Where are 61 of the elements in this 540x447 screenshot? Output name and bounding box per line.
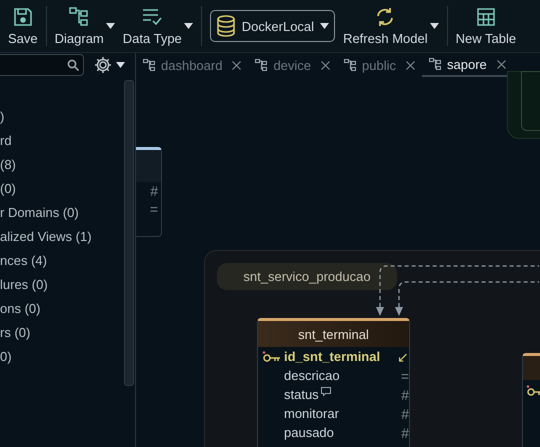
table-card[interactable]: # = [136, 147, 162, 237]
tree-item[interactable]: lures (0) [0, 273, 135, 297]
column-row[interactable]: monitorar # [258, 404, 409, 423]
search-icon [67, 59, 79, 71]
diagram-icon [344, 59, 356, 71]
diagram-tab[interactable]: dashboard [136, 53, 248, 77]
column-name: monitorar [284, 406, 339, 421]
type-glyph: # [401, 406, 409, 422]
diagram-icon [255, 59, 268, 71]
diagram-icon [143, 59, 155, 71]
tree-item[interactable]: alized Views (1) [0, 225, 135, 249]
type-glyph: = [400, 368, 409, 384]
refresh-icon [375, 6, 396, 26]
toolbar-button[interactable]: New Table [452, 6, 520, 46]
toolbar-button[interactable]: Refresh Model [339, 6, 443, 46]
scrollbar[interactable] [124, 80, 134, 386]
tree-item[interactable]: rd [0, 129, 135, 153]
save-icon [12, 6, 33, 26]
tree-item[interactable]: rs (0) [0, 321, 135, 345]
tree-item[interactable]: ons (0) [0, 297, 135, 321]
close-icon [406, 60, 415, 70]
toolbar-button[interactable]: Diagram [50, 6, 119, 46]
type-glyph: = [150, 201, 158, 217]
connection-dropdown[interactable]: DockerLocal [210, 10, 336, 42]
table-title: snt_terminal [258, 321, 409, 347]
tree-item[interactable]: nces (4) [0, 249, 135, 273]
diagram-tab[interactable]: device [248, 53, 338, 77]
search-field[interactable] [0, 54, 84, 76]
type-glyph: # [401, 386, 409, 402]
tree-item[interactable]: (8) [0, 153, 135, 177]
toolbar-button[interactable]: Data Type [118, 6, 197, 46]
column-row[interactable]: descricao = [258, 366, 409, 385]
tree-item[interactable]: r Domains (0) [0, 201, 135, 225]
list-check-icon [142, 6, 162, 26]
diagram-icon [69, 6, 90, 26]
group-label[interactable]: snt_servico_producao [217, 263, 397, 290]
toolbar-button[interactable]: Save [4, 6, 42, 46]
column-row[interactable]: status # [258, 385, 409, 404]
column-name: descricao [284, 368, 340, 383]
close-icon [321, 60, 330, 70]
tree-item[interactable]: ) [0, 105, 135, 129]
database-icon [216, 15, 236, 37]
table-icon [476, 6, 496, 26]
column-row[interactable]: pausado # [258, 423, 409, 442]
settings-icon [94, 56, 112, 74]
column-name: status [284, 387, 319, 402]
type-glyph: ↙ [397, 348, 409, 364]
column-name: id_snt_terminal [284, 349, 380, 364]
table-card[interactable]: snt_terminal id_snt_terminal ↙ descricao = status # monitorar # pausado # [257, 318, 410, 447]
type-glyph: # [401, 424, 409, 440]
tree-item[interactable]: 0) [0, 345, 135, 369]
close-icon [232, 60, 242, 70]
close-icon [496, 60, 506, 68]
column-row[interactable]: id_snt_terminal ↙ [258, 347, 409, 366]
type-glyph: # [150, 183, 158, 199]
settings-button[interactable] [94, 56, 125, 74]
tree-item[interactable]: (0) [0, 177, 135, 201]
caret-icon [116, 62, 125, 68]
diagram-icon [429, 58, 441, 70]
diagram-tab[interactable]: public [337, 53, 422, 77]
column-name: pausado [284, 425, 334, 440]
